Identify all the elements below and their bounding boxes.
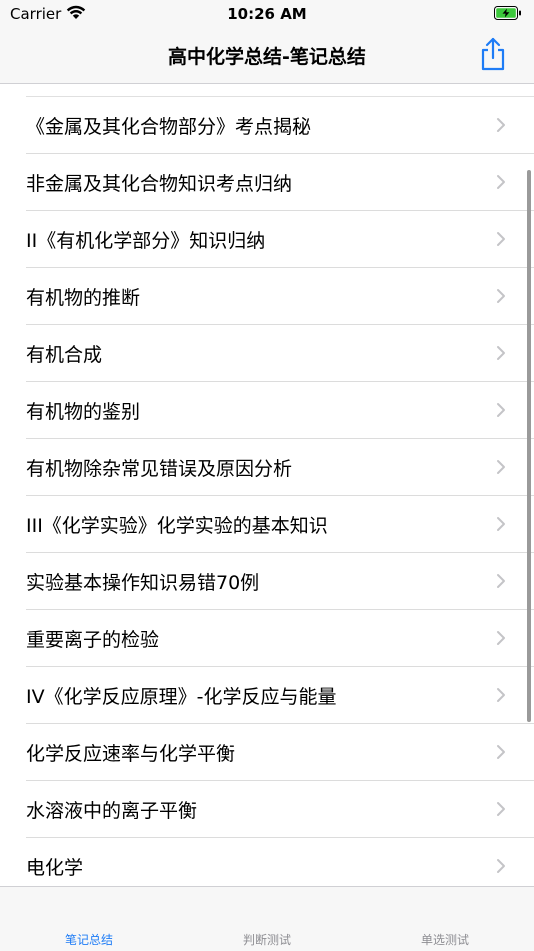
chevron-right-icon — [497, 574, 505, 588]
share-icon[interactable] — [478, 36, 508, 72]
status-time: 10:26 AM — [227, 5, 307, 23]
list-item[interactable]: 有机物的推断 — [26, 268, 534, 325]
notes-list[interactable]: 《金属及其化合物部分》考点揭秘 非金属及其化合物知识考点归纳 II《有机化学部分》知… — [0, 84, 534, 886]
chevron-right-icon — [497, 289, 505, 303]
list-item-label: III《化学实验》化学实验的基本知识 — [26, 515, 328, 537]
list-item-label: II《有机化学部分》知识归纳 — [26, 230, 266, 252]
chevron-right-icon — [497, 232, 505, 246]
list-item-label: 《金属及其化合物部分》考点揭秘 — [26, 116, 312, 138]
status-bar: Carrier 10:26 AM — [0, 0, 534, 28]
list-item[interactable]: 电化学 — [26, 838, 534, 886]
chevron-right-icon — [497, 631, 505, 645]
scroll-indicator[interactable] — [527, 170, 531, 722]
chevron-right-icon — [497, 745, 505, 759]
list-item-label: 电化学 — [26, 857, 84, 879]
list-item[interactable]: 《金属及其化合物部分》考点揭秘 — [26, 97, 534, 154]
list-item[interactable]: 有机物的鉴别 — [26, 382, 534, 439]
chevron-right-icon — [497, 403, 505, 417]
battery-charging-icon — [494, 6, 521, 20]
list-item[interactable]: 化学反应速率与化学平衡 — [26, 724, 534, 781]
list-item[interactable]: 水溶液中的离子平衡 — [26, 781, 534, 838]
chevron-right-icon — [497, 859, 505, 873]
navigation-bar: 高中化学总结-笔记总结 — [0, 28, 534, 84]
chevron-right-icon — [497, 517, 505, 531]
tab-true-false-test[interactable]: 判断测试 — [197, 931, 337, 948]
list-item[interactable]: 重要离子的检验 — [26, 610, 534, 667]
list-item[interactable]: 实验基本操作知识易错70例 — [26, 553, 534, 610]
page-title: 高中化学总结-笔记总结 — [168, 46, 366, 68]
list-item-label: 有机物除杂常见错误及原因分析 — [26, 458, 293, 480]
list-item-label: 有机合成 — [26, 344, 103, 366]
list-item-label: 水溶液中的离子平衡 — [26, 800, 198, 822]
list-item-label: 化学反应速率与化学平衡 — [26, 743, 236, 765]
tab-bar: 笔记总结 判断测试 单选测试 — [0, 886, 534, 951]
chevron-right-icon — [497, 118, 505, 132]
chevron-right-icon — [497, 460, 505, 474]
list-item-label: 重要离子的检验 — [26, 629, 160, 651]
list-item[interactable]: III《化学实验》化学实验的基本知识 — [26, 496, 534, 553]
list-item[interactable]: IV《化学反应原理》-化学反应与能量 — [26, 667, 534, 724]
list-item-label: 非金属及其化合物知识考点归纳 — [26, 173, 293, 195]
list-rows: 《金属及其化合物部分》考点揭秘 非金属及其化合物知识考点归纳 II《有机化学部分》知… — [0, 97, 534, 886]
list-item-label: 有机物的鉴别 — [26, 401, 141, 423]
chevron-right-icon — [497, 346, 505, 360]
tab-notes-summary[interactable]: 笔记总结 — [19, 931, 159, 948]
list-item-label: IV《化学反应原理》-化学反应与能量 — [26, 686, 337, 708]
list-item[interactable]: 有机物除杂常见错误及原因分析 — [26, 439, 534, 496]
chevron-right-icon — [497, 688, 505, 702]
list-item[interactable]: 有机合成 — [26, 325, 534, 382]
tab-single-choice-test[interactable]: 单选测试 — [375, 931, 515, 948]
list-item-label: 有机物的推断 — [26, 287, 141, 309]
list-item[interactable]: 非金属及其化合物知识考点归纳 — [26, 154, 534, 211]
chevron-right-icon — [497, 802, 505, 816]
list-item-label: 实验基本操作知识易错70例 — [26, 572, 260, 594]
chevron-right-icon — [497, 175, 505, 189]
list-item[interactable]: II《有机化学部分》知识归纳 — [26, 211, 534, 268]
